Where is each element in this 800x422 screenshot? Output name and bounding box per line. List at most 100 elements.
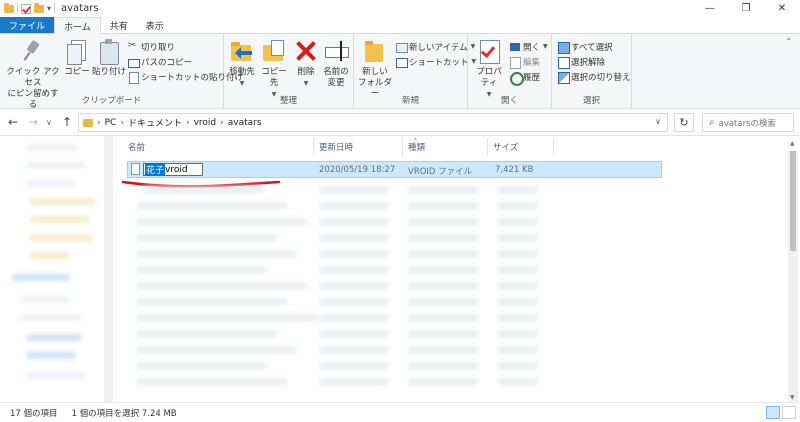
cut-button[interactable]: 切り取り: [128, 40, 175, 53]
select-none-button[interactable]: 選択解除: [558, 55, 605, 69]
breadcrumb-separator-icon[interactable]: ›: [220, 118, 224, 128]
rename-input[interactable]: 花子 vroid: [143, 163, 203, 176]
list-item[interactable]: [137, 234, 277, 241]
copy-to-button[interactable]: コピー先 ▼: [258, 38, 290, 100]
list-item[interactable]: [137, 298, 287, 305]
list-item: [408, 362, 478, 369]
arrow-left-icon: [235, 47, 252, 59]
list-item[interactable]: [137, 282, 307, 289]
list-item[interactable]: [137, 202, 287, 209]
list-item: [498, 282, 538, 289]
nav-item[interactable]: [30, 252, 70, 259]
properties-button[interactable]: プロパティ ▼: [472, 38, 506, 100]
list-item[interactable]: [137, 250, 297, 257]
list-item[interactable]: [137, 362, 267, 369]
breadcrumb-separator-icon[interactable]: ›: [186, 118, 190, 128]
nav-item[interactable]: [26, 352, 76, 359]
column-header-size[interactable]: サイズ: [493, 136, 518, 158]
refresh-button[interactable]: ↻: [674, 113, 694, 132]
nav-item[interactable]: [30, 234, 92, 241]
clipboard-icon: [96, 38, 122, 65]
close-button[interactable]: ✕: [764, 0, 800, 17]
large-icons-view-icon[interactable]: [782, 406, 796, 419]
list-item: [498, 250, 538, 257]
copy-button[interactable]: コピー: [64, 38, 90, 78]
list-item[interactable]: [137, 218, 307, 225]
rename-button[interactable]: 名前の 変更: [322, 38, 350, 89]
copy-path-button[interactable]: パスのコピー: [128, 55, 192, 68]
nav-item[interactable]: [26, 372, 86, 379]
nav-item[interactable]: [20, 296, 70, 303]
scrollbar[interactable]: [104, 136, 112, 402]
breadcrumb-separator-icon[interactable]: ›: [97, 118, 101, 128]
nav-item[interactable]: [30, 216, 90, 223]
column-divider[interactable]: [402, 138, 403, 156]
pin-icon: [20, 38, 46, 64]
nav-item[interactable]: [26, 144, 78, 151]
select-all-button[interactable]: すべて選択: [558, 40, 613, 54]
list-item[interactable]: [137, 378, 287, 385]
chevron-down-icon: ▼: [239, 80, 245, 87]
history-button[interactable]: 履歴: [510, 70, 540, 86]
forward-arrow-icon[interactable]: →: [28, 115, 38, 129]
chevron-down-icon: ▼: [303, 80, 309, 87]
address-dropdown-icon[interactable]: ∨: [655, 117, 661, 126]
list-item[interactable]: [137, 266, 267, 273]
new-item-button[interactable]: 新しいアイテム ▼: [396, 40, 475, 53]
list-item: [319, 362, 389, 369]
tab-view[interactable]: 表示: [137, 17, 173, 33]
sort-up-icon: ∧: [413, 136, 418, 143]
search-box[interactable]: ⌕ avatarsの検索: [702, 113, 794, 132]
nav-item[interactable]: [20, 314, 82, 321]
breadcrumb-avatars[interactable]: avatars: [228, 118, 262, 128]
chevron-down-icon[interactable]: ▾: [47, 4, 51, 13]
window-title: avatars: [61, 3, 99, 14]
list-item[interactable]: [137, 330, 277, 337]
breadcrumb-pc[interactable]: PC: [105, 118, 117, 128]
easy-access-button[interactable]: ショートカット ▼: [396, 55, 476, 68]
column-header-name[interactable]: 名前: [128, 136, 145, 158]
address-bar[interactable]: › PC › ドキュメント › vroid › avatars ∨: [78, 113, 668, 132]
minimize-button[interactable]: —: [692, 0, 728, 17]
invert-selection-button[interactable]: 選択の切り替え: [558, 70, 631, 84]
up-arrow-icon[interactable]: ↑: [62, 115, 72, 129]
move-to-button[interactable]: 移動先 ▼: [228, 38, 256, 89]
maximize-button[interactable]: ❐: [728, 0, 764, 17]
nav-item[interactable]: [26, 180, 76, 187]
nav-item[interactable]: [12, 274, 70, 281]
list-item: [319, 250, 389, 257]
breadcrumb-separator-icon[interactable]: ›: [120, 118, 124, 128]
item-count: 17 個の項目: [10, 408, 58, 419]
delete-button[interactable]: 削除 ▼: [294, 38, 318, 89]
column-divider[interactable]: [553, 138, 554, 156]
column-divider[interactable]: [313, 138, 314, 156]
collapse-ribbon-icon[interactable]: ⌃: [785, 37, 792, 46]
scroll-down-icon[interactable]: ▼: [790, 394, 795, 401]
list-item[interactable]: [143, 186, 263, 193]
nav-item[interactable]: [26, 162, 86, 169]
navigation-pane[interactable]: [0, 136, 113, 402]
scroll-up-icon[interactable]: ▲: [790, 140, 795, 147]
recent-locations-icon[interactable]: ∨: [46, 118, 52, 127]
new-folder-button[interactable]: 新しい フォルダー: [358, 38, 392, 100]
paste-button[interactable]: 貼り付け: [92, 38, 126, 78]
column-divider[interactable]: [487, 138, 488, 156]
nav-item[interactable]: [30, 198, 96, 205]
column-header-date[interactable]: 更新日時: [319, 136, 353, 158]
open-button[interactable]: 開く ▼: [510, 40, 548, 53]
list-item[interactable]: [137, 314, 317, 321]
back-arrow-icon[interactable]: ←: [8, 115, 18, 129]
list-item: [498, 314, 538, 321]
breadcrumb-vroid[interactable]: vroid: [194, 118, 217, 128]
tab-home[interactable]: ホーム: [54, 17, 101, 34]
breadcrumb-documents[interactable]: ドキュメント: [128, 116, 182, 129]
edit-button[interactable]: 編集: [510, 55, 540, 69]
tab-file[interactable]: ファイル: [0, 17, 55, 33]
properties-icon[interactable]: [21, 3, 31, 14]
nav-item[interactable]: [26, 334, 82, 341]
details-view-icon[interactable]: [766, 406, 780, 419]
tab-share[interactable]: 共有: [101, 17, 137, 33]
scrollbar-thumb[interactable]: [790, 151, 796, 251]
new-folder-icon[interactable]: [34, 2, 44, 13]
list-item[interactable]: [137, 346, 297, 353]
